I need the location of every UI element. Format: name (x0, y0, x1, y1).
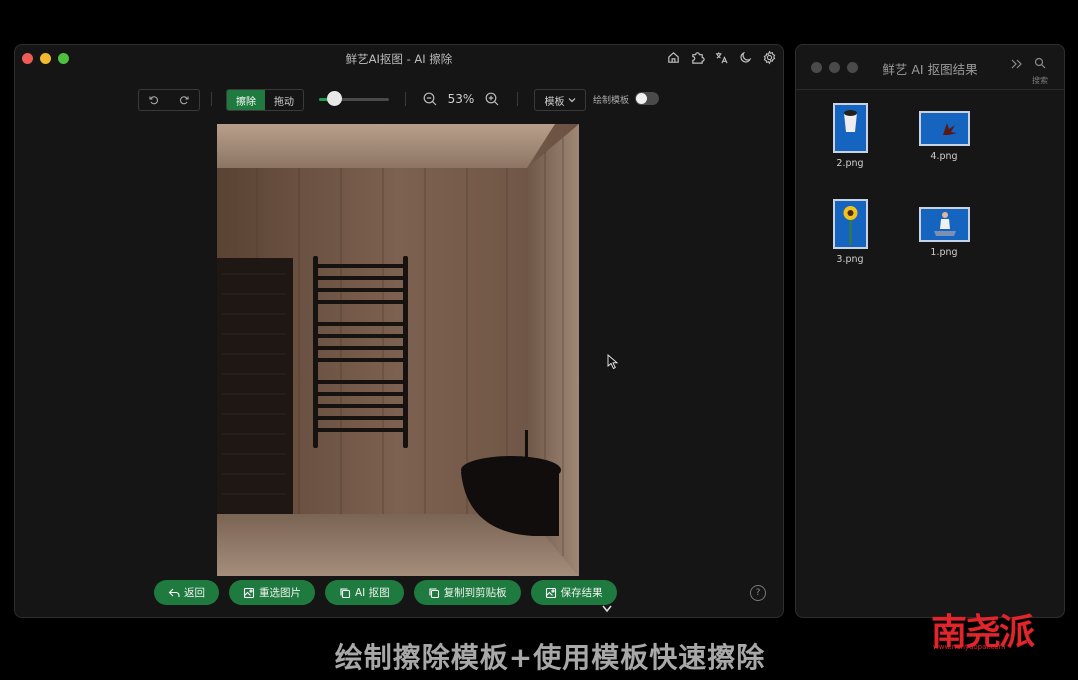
zoom-level: 53% (447, 92, 475, 106)
help-button[interactable]: ? (750, 585, 766, 601)
video-caption: 绘制擦除模板+使用模板快速擦除 (334, 641, 766, 674)
result-file-item[interactable]: 4.png (909, 111, 979, 162)
save-icon (545, 587, 556, 598)
moon-icon[interactable] (738, 50, 753, 65)
person-image (933, 212, 956, 236)
translate-icon[interactable] (714, 50, 729, 65)
draw-template-label: 绘制模板 (593, 96, 630, 106)
sunflower-image (843, 206, 857, 245)
redo-button[interactable] (169, 90, 199, 110)
search-icon[interactable] (1034, 57, 1046, 69)
mode-switch: 擦除 拖动 (226, 89, 304, 111)
undo-button[interactable] (139, 90, 169, 110)
drag-mode-button[interactable]: 拖动 (265, 90, 303, 110)
back-arrow-icon (168, 588, 180, 597)
erase-mode-button[interactable]: 擦除 (227, 90, 265, 110)
result-file-name: 1.png (930, 247, 958, 258)
watermark-logo: 南尧派 www.nanyaopai.com (931, 603, 1071, 655)
result-file-item[interactable]: 3.png (815, 199, 885, 265)
watermark-url: www.nanyaopai.com (933, 643, 1006, 651)
save-result-button[interactable]: 保存结果 (530, 580, 617, 605)
result-thumbnail[interactable] (832, 199, 868, 249)
zoom-out-icon[interactable] (422, 91, 438, 107)
title-bar: 鲜艺AI抠图 - AI 擦除 (15, 45, 783, 71)
cup-image (843, 110, 857, 132)
template-dropdown[interactable]: 模板 (534, 89, 586, 111)
puzzle-icon[interactable] (690, 50, 705, 65)
toolbar-divider (517, 92, 518, 106)
chevron-down-icon[interactable] (601, 604, 613, 614)
clipboard-icon (429, 587, 439, 598)
copy-to-clipboard-label: 复制到剪贴板 (443, 587, 507, 599)
toolbar-divider (405, 92, 406, 106)
image-canvas[interactable] (217, 124, 579, 576)
result-file-name: 4.png (930, 151, 958, 162)
leaf-image (942, 123, 957, 135)
zoom-in-icon[interactable] (484, 91, 500, 107)
template-dropdown-label: 模板 (544, 96, 565, 108)
toolbar-divider (211, 92, 212, 106)
slider-handle[interactable] (327, 91, 343, 106)
toggle-knob (636, 93, 647, 104)
ai-cutout-label: AI 抠图 (355, 587, 390, 599)
result-file-item[interactable]: 2.png (815, 103, 885, 169)
draw-template-toggle[interactable] (635, 92, 659, 105)
result-file-name: 3.png (836, 254, 864, 265)
result-file-name: 2.png (836, 158, 864, 169)
gear-icon[interactable] (762, 50, 777, 65)
action-bar: 返回 重选图片 AI 抠图 复制到剪贴板 保存结果 (154, 580, 617, 605)
reselect-image-button[interactable]: 重选图片 (229, 580, 315, 605)
result-file-item[interactable]: 1.png (909, 207, 979, 258)
ai-cutout-button[interactable]: AI 抠图 (325, 580, 404, 605)
copy-icon (340, 587, 351, 598)
home-icon[interactable] (666, 50, 681, 65)
result-thumbnail[interactable] (832, 103, 868, 153)
back-button[interactable]: 返回 (154, 580, 219, 605)
title-bar-icons (666, 50, 777, 65)
reselect-image-label: 重选图片 (259, 587, 301, 599)
brush-size-slider[interactable] (319, 91, 389, 106)
search-label: 搜索 (1032, 76, 1048, 85)
main-window: 鲜艺AI抠图 - AI 擦除 擦除 拖动 53% 模板 绘制模板 返回 重选图片… (14, 44, 784, 618)
chevron-down-icon (568, 98, 575, 103)
double-chevron-right-icon[interactable] (1010, 58, 1024, 70)
results-window: 鲜艺 AI 抠图结果 搜索 2.png 4.png 3.png 1.png (795, 44, 1065, 618)
result-thumbnail[interactable] (918, 111, 970, 146)
undo-redo-group (138, 89, 200, 111)
image-edit-icon (243, 587, 255, 598)
copy-to-clipboard-button[interactable]: 复制到剪贴板 (413, 580, 521, 605)
mouse-cursor-icon (607, 354, 619, 370)
save-result-label: 保存结果 (560, 587, 603, 599)
editor-toolbar: 擦除 拖动 53% 模板 绘制模板 (15, 89, 783, 111)
back-button-label: 返回 (184, 587, 205, 599)
bathroom-image (217, 124, 579, 576)
divider (796, 89, 1064, 90)
result-thumbnail[interactable] (918, 207, 970, 242)
